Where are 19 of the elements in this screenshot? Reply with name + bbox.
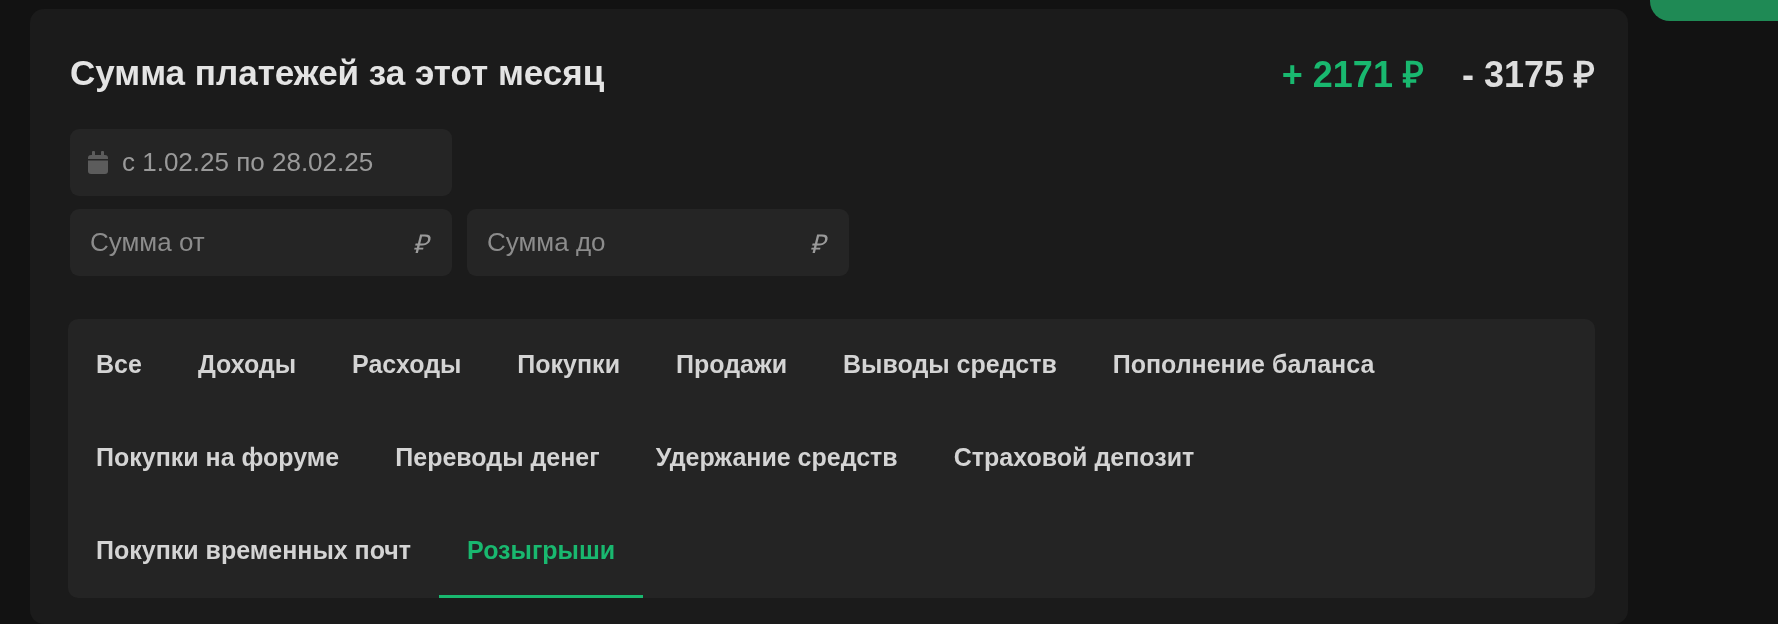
income-total: + 2171 ₽ (1281, 52, 1424, 97)
expense-total: - 3175 ₽ (1461, 52, 1595, 97)
date-range-field[interactable]: с 1.02.25 по 28.02.25 (70, 129, 452, 196)
filter-tab[interactable]: Удержание средств (627, 412, 926, 505)
filter-tab[interactable]: Переводы денег (367, 412, 628, 505)
header-button[interactable] (1650, 0, 1778, 21)
card-title: Сумма платежей за этот месяц (70, 53, 605, 93)
filter-tab[interactable]: Продажи (648, 319, 816, 412)
filter-tab[interactable]: Выводы средств (815, 319, 1085, 412)
filter-tab[interactable]: Все (68, 319, 170, 412)
calendar-icon (88, 151, 108, 174)
filter-tab[interactable]: Пополнение баланса (1084, 319, 1403, 412)
filter-tab[interactable]: Покупки (489, 319, 648, 412)
filter-tab[interactable]: Покупки на форуме (68, 412, 368, 505)
filter-tab[interactable]: Страховой депозит (925, 412, 1223, 505)
filter-tab[interactable]: Доходы (169, 319, 325, 412)
filter-tab[interactable]: Расходы (324, 319, 490, 412)
filter-tab[interactable]: Покупки временных почт (68, 505, 440, 598)
filter-tab[interactable]: Розыгрыши (439, 505, 644, 598)
